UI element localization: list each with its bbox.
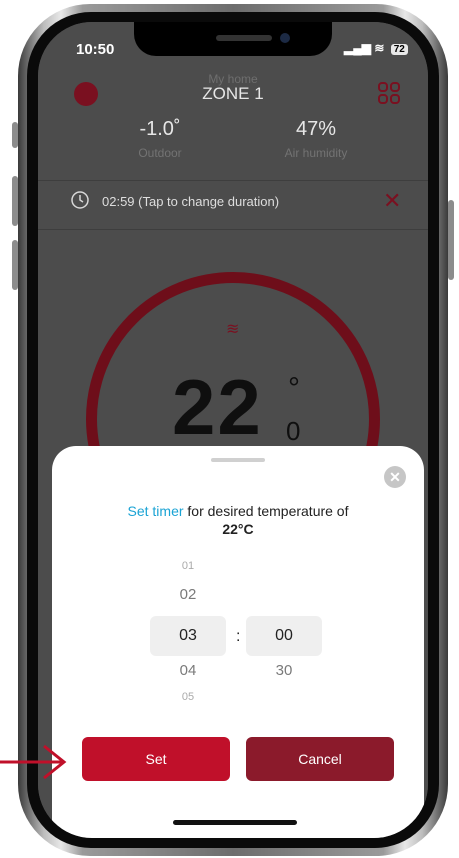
hour-option[interactable]: 05 <box>150 691 226 703</box>
cancel-timer-icon[interactable]: ✕ <box>383 188 401 214</box>
speaker <box>216 35 272 41</box>
timer-hand-icon <box>71 191 89 209</box>
hour-option[interactable]: 04 <box>150 662 226 679</box>
status-icons: ▂▄▆ ≋ 72 <box>344 41 408 55</box>
minute-option[interactable]: 30 <box>246 662 322 679</box>
status-time: 10:50 <box>76 41 115 58</box>
target-temperature: 22 <box>172 363 263 451</box>
sheet-grabber[interactable] <box>211 458 265 462</box>
set-timer-link[interactable]: Set timer <box>128 503 184 519</box>
prompt-text: for desired temperature of <box>183 503 349 519</box>
timer-duration-text[interactable]: 02:59 (Tap to change duration) <box>102 194 279 209</box>
hour-option[interactable]: 02 <box>150 586 226 603</box>
zone-title[interactable]: ZONE 1 <box>38 84 428 104</box>
minute-selected[interactable]: 00 <box>246 616 322 656</box>
heating-icon: ≋ <box>226 321 240 338</box>
outdoor-label: Outdoor <box>138 146 182 160</box>
close-icon[interactable]: ✕ <box>384 466 406 488</box>
signal-icon: ▂▄▆ <box>344 41 371 55</box>
volume-down-button <box>12 240 18 290</box>
temperature-decimal: 0 <box>286 416 301 446</box>
volume-up-button <box>12 176 18 226</box>
grid-menu-icon[interactable] <box>378 82 400 104</box>
hour-selected[interactable]: 03 <box>150 616 226 656</box>
power-button <box>448 200 454 280</box>
cancel-button[interactable]: Cancel <box>246 737 394 781</box>
degree-symbol: ° <box>288 372 300 405</box>
timer-sheet: ✕ Set timer for desired temperature of 2… <box>52 446 424 838</box>
pointer-arrow-icon <box>0 744 67 780</box>
time-separator: : <box>236 628 241 645</box>
outdoor-temp-value: -1.0˚ <box>139 118 181 140</box>
front-camera <box>280 33 290 43</box>
mute-switch <box>12 122 18 148</box>
hour-option[interactable]: 01 <box>150 560 226 572</box>
humidity-value: 47% <box>295 118 337 140</box>
battery-icon: 72 <box>390 44 408 55</box>
screen: 10:50 ▂▄▆ ≋ 72 My home ZONE 1 -1.0˚ Outd… <box>38 22 428 838</box>
prompt-temperature: 22°C <box>222 521 254 537</box>
set-button[interactable]: Set <box>82 737 230 781</box>
home-indicator[interactable] <box>173 820 297 825</box>
wifi-icon: ≋ <box>374 41 385 55</box>
humidity-label: Air humidity <box>284 146 348 160</box>
sheet-prompt: Set timer for desired temperature of 22°… <box>72 502 404 538</box>
